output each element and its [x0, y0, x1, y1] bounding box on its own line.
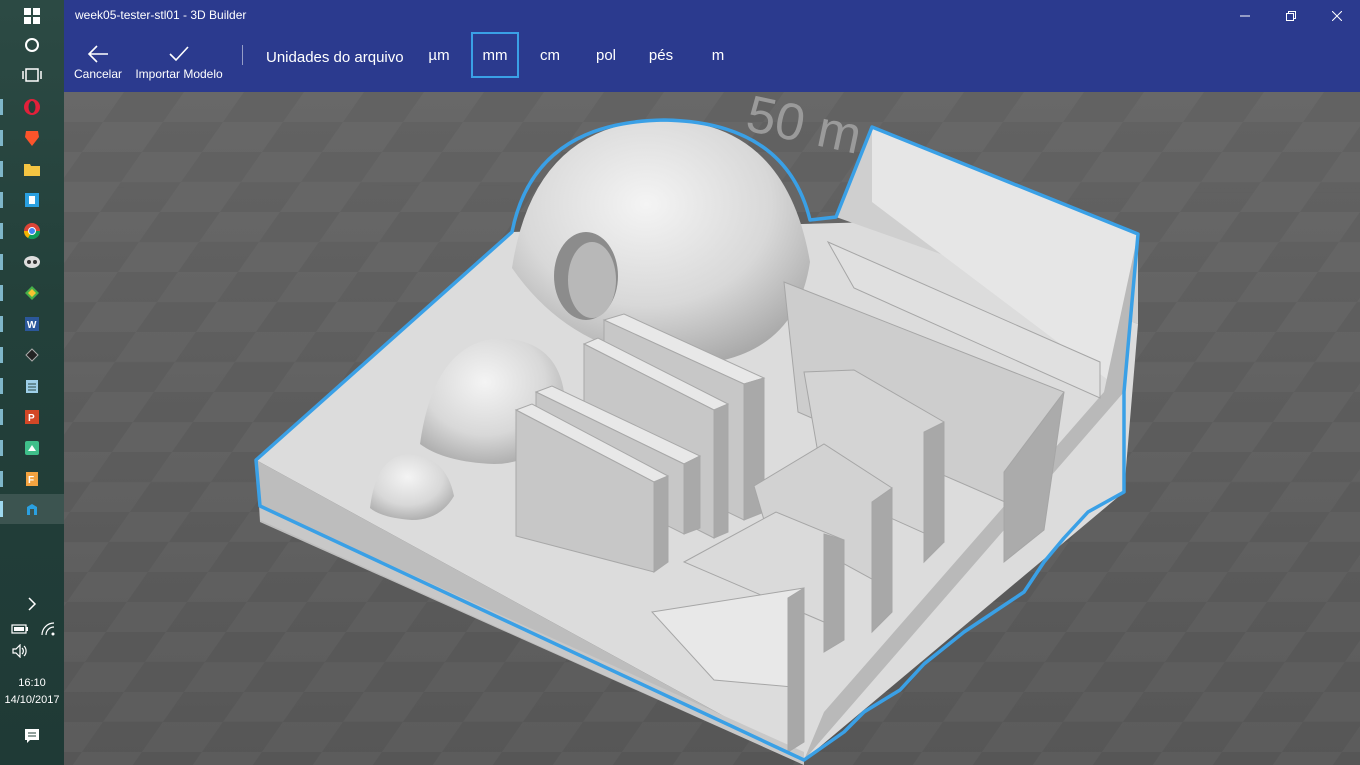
minimize-button[interactable]: [1222, 0, 1268, 32]
svg-text:F: F: [28, 475, 34, 486]
opera-icon[interactable]: [16, 93, 48, 121]
window-title: week05-tester-stl01 - 3D Builder: [75, 8, 247, 22]
cortana-search-icon[interactable]: [16, 31, 48, 59]
3d-builder-icon[interactable]: [16, 496, 48, 524]
unit-centimeter[interactable]: cm: [530, 32, 570, 78]
3d-viewport[interactable]: 50 m: [64, 92, 1360, 765]
close-button[interactable]: [1314, 0, 1360, 32]
unit-inch[interactable]: pol: [586, 32, 626, 78]
word-icon[interactable]: W: [16, 310, 48, 338]
app-icon[interactable]: [16, 341, 48, 369]
cancel-label: Cancelar: [73, 67, 123, 81]
action-center-icon[interactable]: [16, 722, 48, 750]
app-icon[interactable]: [16, 186, 48, 214]
task-view-icon[interactable]: [16, 61, 48, 89]
windows-start-icon[interactable]: [16, 2, 48, 30]
app-icon[interactable]: [16, 248, 48, 276]
checkmark-icon: [169, 46, 189, 62]
app-icon[interactable]: [16, 279, 48, 307]
app-icon[interactable]: F: [16, 465, 48, 493]
app-icon[interactable]: [16, 434, 48, 462]
show-hidden-icons-chevron-icon[interactable]: [16, 590, 48, 618]
powerpoint-icon[interactable]: P: [16, 403, 48, 431]
import-model-button[interactable]: Importar Modelo: [132, 32, 226, 92]
restore-button[interactable]: [1268, 0, 1314, 32]
unit-feet[interactable]: pés: [641, 32, 681, 78]
volume-icon[interactable]: [6, 637, 34, 665]
unit-meter[interactable]: m: [698, 32, 738, 78]
clock-date[interactable]: 14/10/2017: [0, 694, 64, 706]
file-units-label: Unidades do arquivo: [266, 49, 404, 66]
unit-micrometer[interactable]: µm: [419, 32, 459, 78]
notepad-icon[interactable]: [16, 372, 48, 400]
svg-text:W: W: [27, 320, 37, 331]
wifi-icon[interactable]: [34, 615, 62, 643]
brave-icon[interactable]: [16, 124, 48, 152]
cancel-button[interactable]: Cancelar: [72, 32, 124, 92]
back-arrow-icon: [87, 45, 108, 63]
import-model-label: Importar Modelo: [135, 67, 223, 81]
unit-millimeter[interactable]: mm: [471, 32, 519, 78]
file-explorer-icon[interactable]: [16, 155, 48, 183]
windows-taskbar: W P F 16:10 14/10/2017: [0, 0, 64, 765]
import-toolbar: Cancelar Importar Modelo Unidades do arq…: [64, 32, 1360, 92]
chrome-icon[interactable]: [16, 217, 48, 245]
clock-time[interactable]: 16:10: [0, 677, 64, 689]
svg-text:P: P: [28, 413, 35, 424]
title-bar: week05-tester-stl01 - 3D Builder: [64, 0, 1360, 32]
app-window: week05-tester-stl01 - 3D Builder Cancela…: [64, 0, 1360, 765]
toolbar-separator: [242, 45, 243, 65]
